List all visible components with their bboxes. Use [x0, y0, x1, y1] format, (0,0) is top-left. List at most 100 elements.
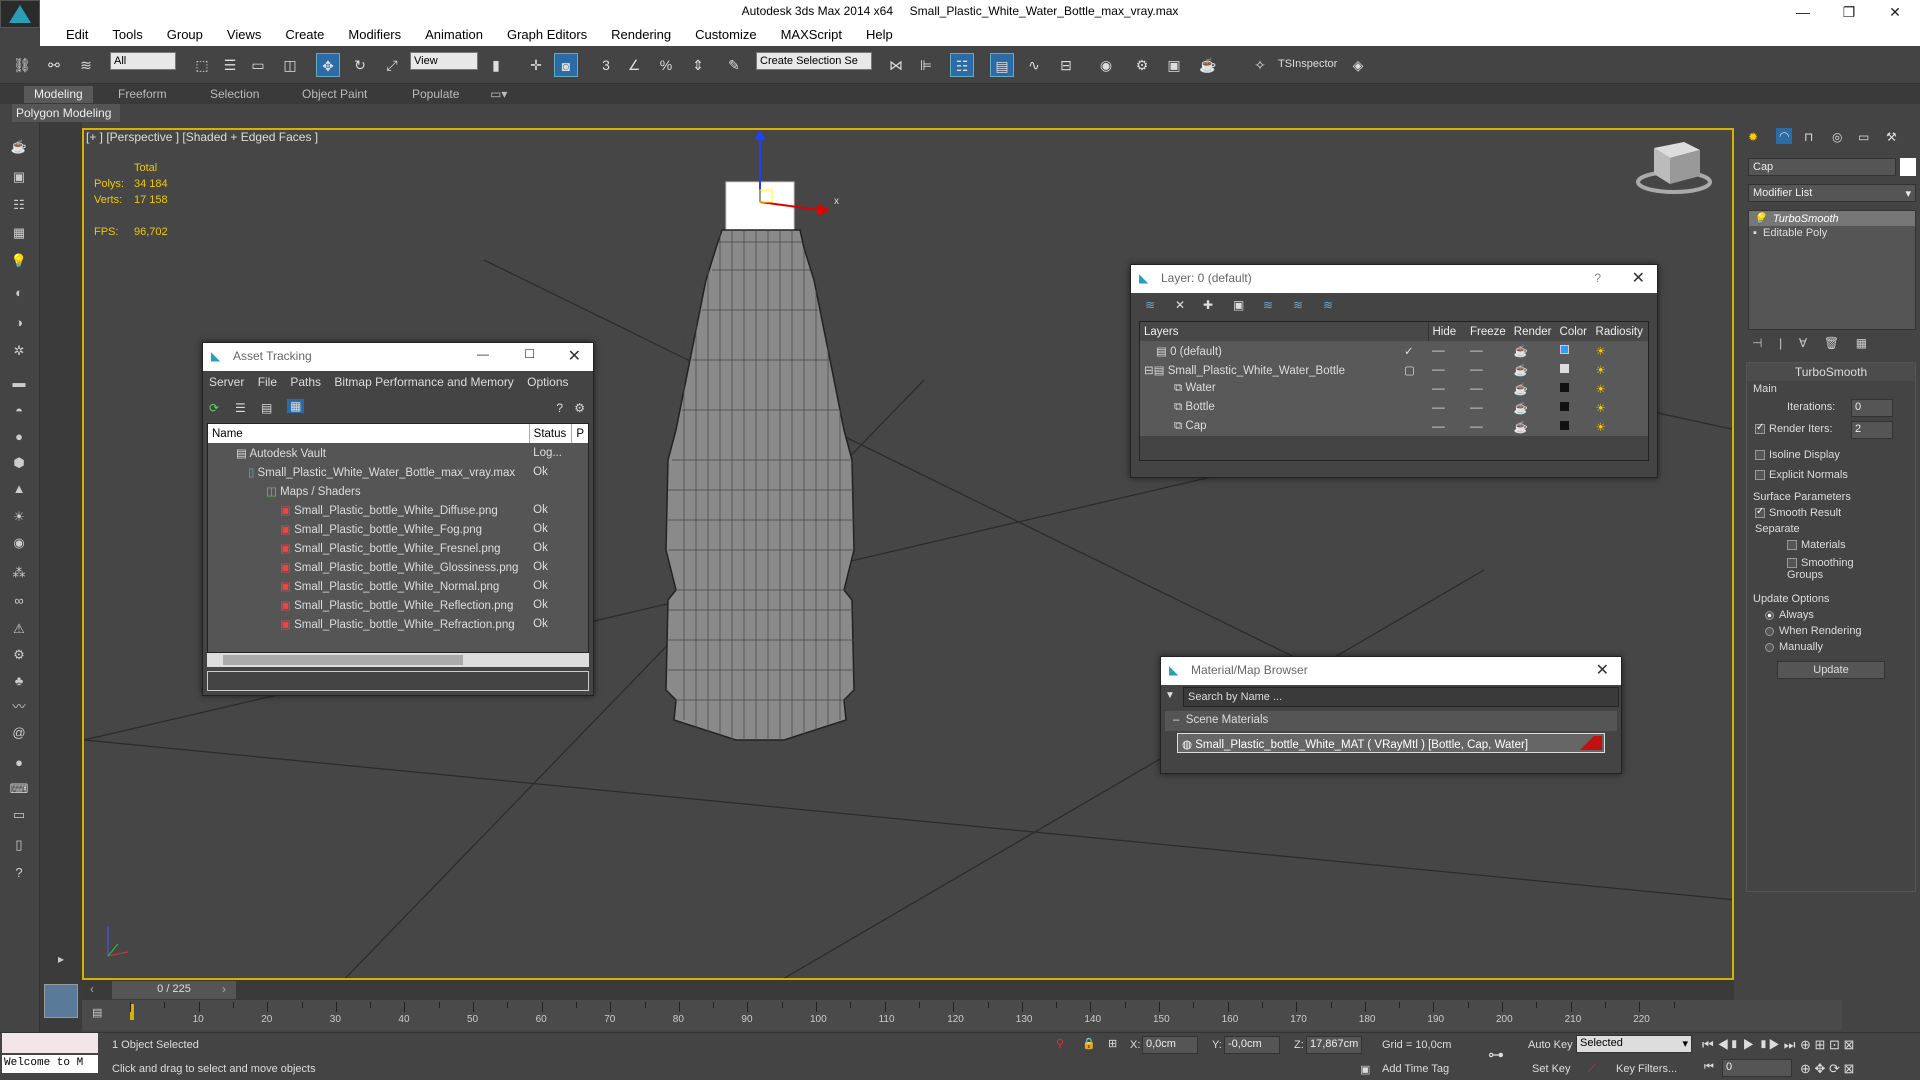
monitor-icon[interactable]: ▭	[8, 804, 30, 826]
filter-icon[interactable]: ▼	[1165, 690, 1175, 701]
table-row[interactable]: ▣ Small_Plastic_bottle_White_Refraction.…	[208, 614, 588, 633]
layer-manager-icon[interactable]: ☷	[950, 53, 974, 77]
material-editor-icon[interactable]: ◉	[1094, 53, 1118, 77]
key-mode-dropdown[interactable]: Selected ▾	[1576, 1035, 1692, 1053]
restore-button[interactable]: ❐	[1826, 0, 1872, 24]
ribbon-panel-polygon-modeling[interactable]: Polygon Modeling	[12, 104, 120, 122]
absolute-mode-icon[interactable]: ⊞	[1108, 1037, 1117, 1050]
key-filters-button[interactable]: Key Filters...	[1616, 1063, 1677, 1075]
layer-row[interactable]: ▤ 0 (default) ✓ –– –– ☕ ☀	[1140, 341, 1648, 360]
geosphere-icon[interactable]: ⬢	[8, 452, 30, 474]
menu-file[interactable]: File	[258, 375, 277, 389]
set-keys-icon[interactable]: ⟋	[1588, 1063, 1596, 1076]
menu-create[interactable]: Create	[273, 24, 336, 42]
iterations-spinner[interactable]: 0	[1851, 399, 1893, 417]
list-icon[interactable]: ☰	[235, 401, 246, 415]
table-row[interactable]: ▤ Autodesk Vault Log...	[208, 443, 588, 462]
document-icon[interactable]: ▯	[8, 834, 30, 856]
key-icon[interactable]: ⊶	[1488, 1045, 1504, 1065]
menu-customize[interactable]: Customize	[683, 24, 768, 42]
separate-materials-row[interactable]: Materials	[1747, 537, 1915, 553]
prev-frame-icon[interactable]: ‹	[90, 982, 94, 996]
table-icon[interactable]: ▦	[8, 222, 30, 244]
z-coordinate-field[interactable]: 17,867cm	[1306, 1036, 1362, 1054]
menu-graph-editors[interactable]: Graph Editors	[495, 24, 599, 42]
explicit-normals-row[interactable]: Explicit Normals	[1747, 463, 1915, 483]
col-render[interactable]: Render	[1510, 322, 1556, 341]
col-p[interactable]: P	[571, 424, 588, 443]
edit-named-selection-icon[interactable]: ✎	[722, 53, 746, 77]
batch-icon[interactable]: ✲	[8, 340, 30, 362]
mirror-pivot-icon[interactable]: ▮	[484, 53, 508, 77]
window-crossing-icon[interactable]: ◫	[278, 53, 302, 77]
modify-tab-icon[interactable]: ◠	[1776, 128, 1793, 144]
named-selection-dropdown[interactable]: Create Selection Se	[756, 52, 872, 70]
settings-icon[interactable]: ⚙	[574, 401, 585, 415]
minimize-icon[interactable]: —	[477, 347, 489, 361]
expand-icon[interactable]: ▸	[50, 952, 72, 974]
tab-selection[interactable]: Selection	[210, 87, 259, 101]
menu-animation[interactable]: Animation	[413, 24, 495, 42]
mirror-icon[interactable]: ⋈	[884, 53, 908, 77]
curve-editor-icon[interactable]: ∿	[1022, 53, 1046, 77]
menu-paths[interactable]: Paths	[290, 375, 321, 389]
motion-tab-icon[interactable]: ◎	[1832, 130, 1842, 144]
asset-tracking-titlebar[interactable]: ◣ Asset Tracking — ☐ ✕	[203, 343, 593, 371]
menu-server[interactable]: Server	[209, 375, 244, 389]
maximize-icon[interactable]: ☐	[524, 347, 535, 361]
bind-spacewarp-icon[interactable]: ≋	[74, 53, 98, 77]
teapot-icon[interactable]: ☕	[8, 136, 30, 158]
object-color-swatch[interactable]	[1900, 158, 1916, 176]
helper-icon[interactable]: ⚠	[8, 618, 30, 640]
layer-row[interactable]: ⧉ Water –– –– ☕ ☀	[1140, 379, 1648, 398]
layer-row[interactable]: ⧉ Bottle –– –– ☕ ☀	[1140, 398, 1648, 417]
utilities-tab-icon[interactable]: ⚒	[1886, 130, 1897, 144]
angle-snap-icon[interactable]: ∠	[622, 53, 646, 77]
delete-layer-icon[interactable]: ✕	[1175, 298, 1185, 312]
sphere-icon[interactable]: ●	[8, 426, 30, 448]
layer-row[interactable]: ⊟▤ Small_Plastic_White_Water_Bottle ▢ –– ––…	[1140, 360, 1648, 379]
menu-maxscript[interactable]: MAXScript	[769, 24, 854, 42]
make-unique-icon[interactable]: ∀	[1799, 336, 1807, 350]
manually-radio[interactable]: Manually	[1747, 639, 1915, 655]
always-radio[interactable]: Always	[1747, 607, 1915, 623]
table-row[interactable]: ▣ Small_Plastic_bottle_White_Diffuse.png…	[208, 500, 588, 519]
scale-icon[interactable]: ⤢	[380, 53, 404, 77]
tab-populate[interactable]: Populate	[412, 87, 459, 101]
y-coordinate-field[interactable]: -0,0cm	[1224, 1036, 1280, 1054]
plugin-icon[interactable]: ◈	[1346, 53, 1370, 77]
asset-path-field[interactable]	[207, 671, 589, 691]
render-iters-checkbox[interactable]	[1755, 422, 1765, 435]
close-icon[interactable]: ✕	[1596, 660, 1609, 680]
ribbon-toggle-icon[interactable]: ▤	[990, 53, 1014, 77]
render-setup-icon[interactable]: ⚙	[1130, 53, 1154, 77]
layer-titlebar[interactable]: ◣ Layer: 0 (default) ? ✕	[1131, 265, 1657, 293]
goto-start-icon[interactable]: ⏮	[1704, 1061, 1714, 1074]
rendered-frame-icon[interactable]: ▣	[1162, 53, 1186, 77]
selection-filter-dropdown[interactable]: All	[110, 52, 176, 70]
add-to-layer-icon[interactable]: ✚	[1203, 298, 1213, 312]
thumbnail-icon[interactable]: ▤	[261, 401, 272, 415]
isolate-icon[interactable]: ⚲	[1056, 1037, 1064, 1050]
help-icon[interactable]: ?	[556, 401, 563, 415]
shade-icon[interactable]: ●	[8, 752, 30, 774]
close-icon[interactable]: ✕	[568, 346, 581, 366]
col-hide[interactable]: Hide	[1427, 322, 1466, 341]
align-icon[interactable]: ⊫	[914, 53, 938, 77]
new-layer-icon[interactable]: ≋	[1145, 298, 1155, 312]
menu-rendering[interactable]: Rendering	[599, 24, 683, 42]
render-frame-icon[interactable]: ▣	[8, 166, 30, 188]
box-icon[interactable]: ▬	[8, 372, 30, 394]
render-icon[interactable]: ☕	[1196, 53, 1220, 77]
close-button[interactable]: ✕	[1872, 0, 1918, 24]
pin-stack-icon[interactable]: ⊣	[1752, 336, 1762, 350]
remove-modifier-icon[interactable]: 🗑	[1824, 336, 1839, 350]
frame-indicator[interactable]: 0 / 225	[112, 981, 236, 999]
smooth-result-row[interactable]: Smooth Result	[1747, 505, 1915, 521]
help-icon[interactable]: ?	[8, 862, 30, 884]
table-row[interactable]: ▣ Small_Plastic_bottle_White_Normal.png O…	[208, 576, 588, 595]
add-time-tag[interactable]: Add Time Tag	[1382, 1063, 1449, 1075]
current-frame-field[interactable]: 0	[1722, 1059, 1792, 1077]
menu-modifiers[interactable]: Modifiers	[336, 24, 413, 42]
move-icon[interactable]: ✥	[316, 53, 340, 77]
